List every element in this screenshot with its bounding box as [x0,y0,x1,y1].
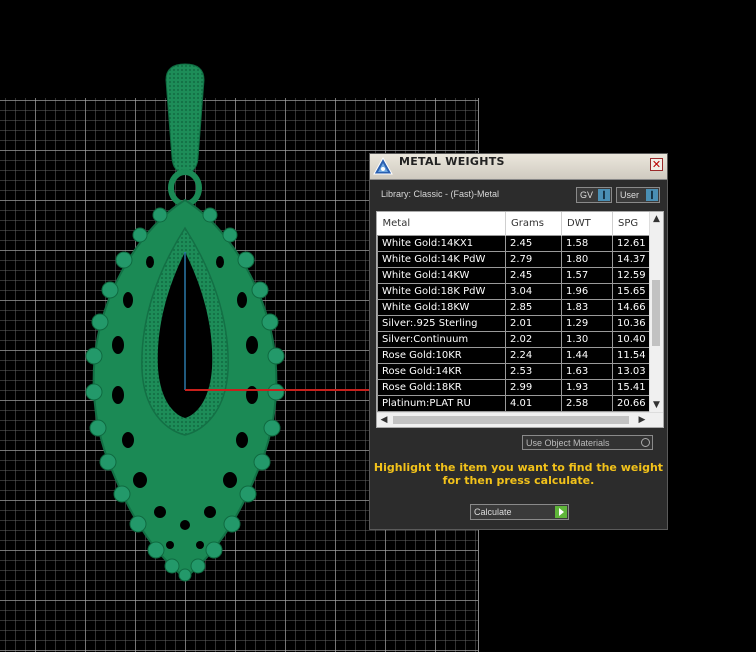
table-row[interactable]: White Gold:18KW 2.85 1.83 14.66 [377,299,652,316]
dwt-cell: 1.83 [561,299,613,316]
gv-dropdown-label: GV [580,190,594,200]
metal-cell: White Gold:14K PdW [377,251,506,268]
grams-cell: 3.04 [505,283,562,300]
user-dropdown[interactable]: User ❙ [616,187,660,203]
metal-cell: Silver:.925 Sterling [377,315,506,332]
spg-cell: 13.03 [612,363,652,380]
user-dropdown-label: User [620,190,640,200]
grams-cell: 2.79 [505,251,562,268]
spg-cell: 12.59 [612,267,652,284]
metal-cell: Platinum:PLAT RU [377,395,506,412]
grams-cell: 2.01 [505,315,562,332]
spg-cell: 12.61 [612,235,652,252]
use-object-materials-label: Use Object Materials [526,438,610,448]
table-row[interactable]: White Gold:14KX1 2.45 1.58 12.61 [377,235,652,252]
scroll-left-icon[interactable]: ◀ [377,413,391,427]
table-row[interactable]: Rose Gold:14KR 2.53 1.63 13.03 [377,363,652,380]
dwt-cell: 1.80 [561,251,613,268]
metal-cell: White Gold:18KW [377,299,506,316]
metal-cell: Rose Gold:18KR [377,379,506,396]
column-header-metal[interactable]: Metal [377,212,506,236]
metal-cell: White Gold:14KX1 [377,235,506,252]
dwt-cell: 2.58 [561,395,613,412]
dwt-cell: 1.93 [561,379,613,396]
calculate-button[interactable]: Calculate [470,504,569,520]
dwt-cell: 1.57 [561,267,613,284]
instructions-line-2: for then press calculate. [442,474,595,487]
grams-cell: 2.45 [505,235,562,252]
column-header-dwt[interactable]: DWT [561,212,613,236]
spg-cell: 10.36 [612,315,652,332]
metal-list[interactable]: Metal Grams DWT SPG White Gold:14KX1 2.45… [376,211,664,428]
grams-cell: 2.53 [505,363,562,380]
metal-cell: Silver:Continuum [377,331,506,348]
scroll-up-icon[interactable]: ▲ [650,212,663,226]
metal-table: Metal Grams DWT SPG White Gold:14KX1 2.45… [377,212,652,412]
dwt-cell: 1.44 [561,347,613,364]
radio-icon[interactable] [641,438,650,447]
instructions-text: Highlight the item you want to find the … [370,461,667,487]
metal-cell: Rose Gold:14KR [377,363,506,380]
table-row[interactable]: Silver:.925 Sterling 2.01 1.29 10.36 [377,315,652,332]
spg-cell: 14.66 [612,299,652,316]
column-header-grams[interactable]: Grams [505,212,562,236]
matrix-logo-icon [373,156,393,175]
spg-cell: 15.41 [612,379,652,396]
dropdown-arrow-icon: ❙ [598,189,610,201]
metal-cell: White Gold:14KW [377,267,506,284]
table-row[interactable]: Silver:Continuum 2.02 1.30 10.40 [377,331,652,348]
close-button[interactable]: ✕ [650,158,663,171]
grams-cell: 2.45 [505,267,562,284]
column-header-spg[interactable]: SPG [612,212,652,236]
dwt-cell: 1.29 [561,315,613,332]
scroll-thumb-horizontal[interactable] [393,416,629,424]
metal-weights-panel: METAL WEIGHTS ✕ Library: Classic - (Fast… [369,153,668,530]
table-header-row: Metal Grams DWT SPG [377,212,652,236]
library-label: Library: Classic - (Fast)-Metal [381,189,500,199]
dwt-cell: 1.58 [561,235,613,252]
grams-cell: 2.02 [505,331,562,348]
play-icon [555,506,567,518]
gv-dropdown[interactable]: GV ❙ [576,187,612,203]
spg-cell: 11.54 [612,347,652,364]
table-row[interactable]: White Gold:14KW 2.45 1.57 12.59 [377,267,652,284]
grams-cell: 2.24 [505,347,562,364]
use-object-materials-option[interactable]: Use Object Materials [522,435,653,450]
grams-cell: 2.99 [505,379,562,396]
panel-title: METAL WEIGHTS [399,155,505,168]
scroll-right-icon[interactable]: ▶ [635,413,649,427]
spg-cell: 15.65 [612,283,652,300]
metal-cell: White Gold:18K PdW [377,283,506,300]
scroll-thumb[interactable] [652,280,660,346]
spg-cell: 10.40 [612,331,652,348]
panel-titlebar[interactable]: METAL WEIGHTS ✕ [370,154,667,180]
vertical-scrollbar[interactable]: ▲ ▼ [649,212,663,412]
spg-cell: 20.66 [612,395,652,412]
close-icon: ✕ [651,158,662,171]
dropdown-arrow-icon: ❙ [646,189,658,201]
calculate-label: Calculate [474,507,512,517]
grams-cell: 4.01 [505,395,562,412]
horizontal-scrollbar[interactable]: ◀ ▶ [377,412,663,427]
table-row[interactable]: Rose Gold:18KR 2.99 1.93 15.41 [377,379,652,396]
table-row[interactable]: Rose Gold:10KR 2.24 1.44 11.54 [377,347,652,364]
metal-cell: Rose Gold:10KR [377,347,506,364]
table-row[interactable]: Platinum:PLAT RU 4.01 2.58 20.66 [377,395,652,412]
instructions-line-1: Highlight the item you want to find the … [373,461,664,474]
grams-cell: 2.85 [505,299,562,316]
table-row[interactable]: White Gold:14K PdW 2.79 1.80 14.37 [377,251,652,268]
scroll-down-icon[interactable]: ▼ [650,398,663,412]
dwt-cell: 1.30 [561,331,613,348]
dwt-cell: 1.96 [561,283,613,300]
dwt-cell: 1.63 [561,363,613,380]
spg-cell: 14.37 [612,251,652,268]
table-row[interactable]: White Gold:18K PdW 3.04 1.96 15.65 [377,283,652,300]
